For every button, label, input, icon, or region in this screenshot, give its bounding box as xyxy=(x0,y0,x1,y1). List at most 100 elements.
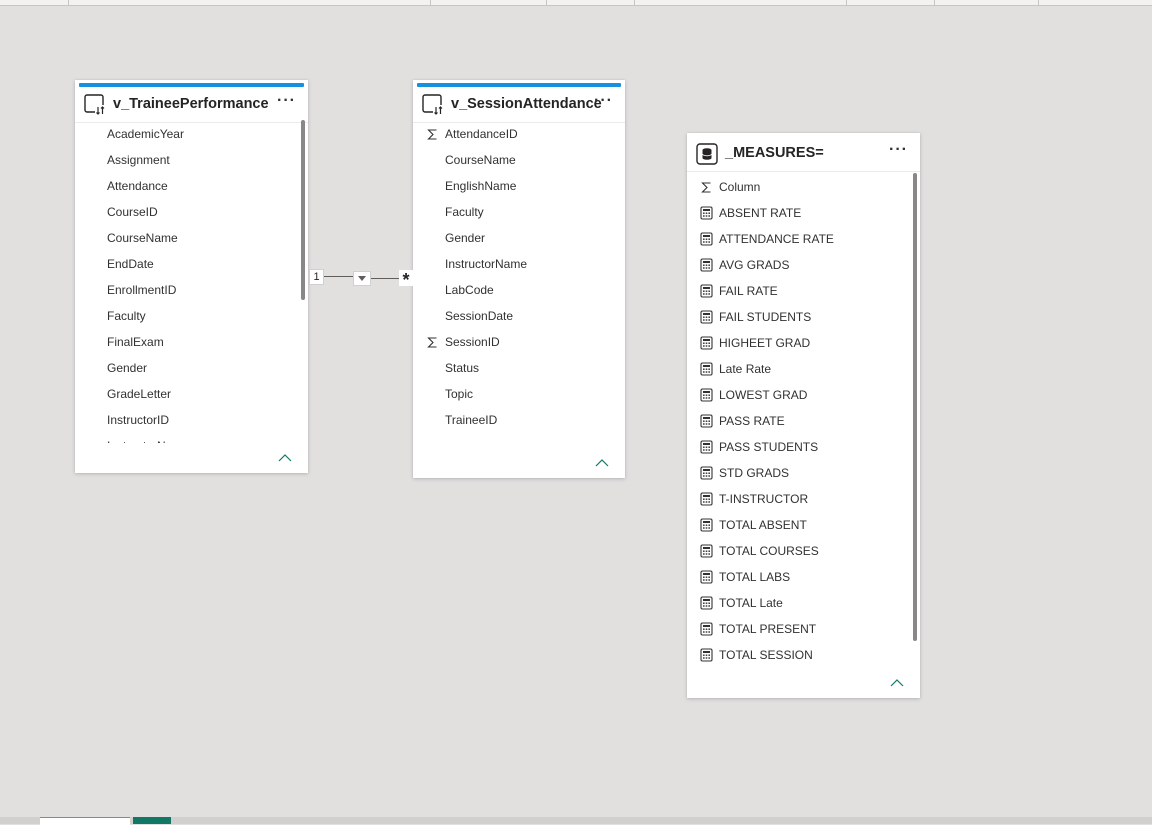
table-header[interactable]: v_SessionAttendance ··· xyxy=(413,86,625,123)
field-row[interactable]: FinalExam xyxy=(75,329,298,355)
calculator-icon xyxy=(699,492,713,506)
scrollbar[interactable] xyxy=(913,173,917,641)
field-row[interactable]: Late Rate xyxy=(687,356,910,382)
field-name: Late Rate xyxy=(719,362,772,376)
field-row[interactable]: PASS RATE xyxy=(687,408,910,434)
field-row[interactable]: TOTAL PRESENT xyxy=(687,616,910,642)
field-row[interactable]: Topic xyxy=(413,381,615,407)
ribbon-separator xyxy=(68,0,69,5)
field-row[interactable]: TOTAL SESSION xyxy=(687,642,910,668)
field-name: Faculty xyxy=(445,205,484,219)
field-row[interactable]: FAIL STUDENTS xyxy=(687,304,910,330)
more-options-icon[interactable]: ··· xyxy=(277,93,296,109)
field-row[interactable]: EnrollmentID xyxy=(75,277,298,303)
field-row[interactable]: Faculty xyxy=(75,303,298,329)
field-row[interactable]: LabCode xyxy=(413,277,615,303)
table-title: v_SessionAttendance xyxy=(451,96,602,112)
field-name: FAIL STUDENTS xyxy=(719,310,812,324)
field-row[interactable]: Gender xyxy=(413,225,615,251)
page-tabs-bar xyxy=(0,817,1152,824)
filter-direction-icon[interactable] xyxy=(353,271,371,286)
field-name: CourseName xyxy=(107,231,178,245)
field-name: Status xyxy=(445,361,480,375)
field-name: Column xyxy=(719,180,761,194)
field-row[interactable]: ABSENT RATE xyxy=(687,200,910,226)
field-row[interactable]: TraineeID xyxy=(413,407,615,433)
field-row[interactable]: STD GRADS xyxy=(687,460,910,486)
field-row[interactable]: ATTENDANCE RATE xyxy=(687,226,910,252)
field-name: Gender xyxy=(107,361,148,375)
field-row[interactable]: HIGHEET GRAD xyxy=(687,330,910,356)
field-name: STD GRADS xyxy=(719,466,790,480)
table-card-session-attendance[interactable]: v_SessionAttendance ··· AttendanceID Cour… xyxy=(413,80,625,478)
field-row[interactable]: PASS STUDENTS xyxy=(687,434,910,460)
field-row[interactable]: Attendance xyxy=(75,173,298,199)
calculator-icon xyxy=(699,310,713,324)
calculator-icon xyxy=(699,388,713,402)
table-header[interactable]: _MEASURES= ··· xyxy=(687,135,920,172)
more-options-icon[interactable]: ··· xyxy=(889,142,908,158)
field-row[interactable]: AVG GRADS xyxy=(687,252,910,278)
sigma-icon xyxy=(425,127,439,141)
calculator-icon xyxy=(699,518,713,532)
calculator-icon xyxy=(699,414,713,428)
field-name: SessionID xyxy=(445,335,500,349)
more-options-icon[interactable]: ··· xyxy=(594,93,613,109)
field-name: Topic xyxy=(445,387,474,401)
collapse-chevron-icon[interactable] xyxy=(277,452,293,464)
field-name: HIGHEET GRAD xyxy=(719,336,811,350)
calculator-icon xyxy=(699,466,713,480)
field-row[interactable]: Column xyxy=(687,174,910,200)
field-name: FAIL RATE xyxy=(719,284,778,298)
field-row[interactable]: EndDate xyxy=(75,251,298,277)
field-row[interactable]: FAIL RATE xyxy=(687,278,910,304)
field-row[interactable]: InstructorID xyxy=(75,407,298,433)
field-row[interactable]: SessionDate xyxy=(413,303,615,329)
table-icon xyxy=(422,94,444,116)
ribbon-separator xyxy=(546,0,547,5)
field-row[interactable]: SessionID xyxy=(413,329,615,355)
relationship-line[interactable] xyxy=(369,278,401,279)
calculator-icon xyxy=(699,206,713,220)
field-row[interactable]: CourseName xyxy=(75,225,298,251)
field-name: EnglishName xyxy=(445,179,517,193)
field-row[interactable]: TOTAL Late xyxy=(687,590,910,616)
field-row[interactable]: AcademicYear xyxy=(75,121,298,147)
table-header[interactable]: v_TraineePerformance ··· xyxy=(75,86,308,123)
ribbon-bottom-edge xyxy=(0,0,1152,6)
field-row[interactable]: Gender xyxy=(75,355,298,381)
field-name: InstructorID xyxy=(107,413,170,427)
field-name: EnrollmentID xyxy=(107,283,177,297)
ribbon-separator xyxy=(1038,0,1039,5)
scrollbar[interactable] xyxy=(301,120,305,300)
field-row[interactable]: CourseName xyxy=(413,147,615,173)
field-row[interactable]: LOWEST GRAD xyxy=(687,382,910,408)
field-row[interactable]: InstructorName xyxy=(75,433,298,443)
field-row[interactable]: Status xyxy=(413,355,615,381)
field-name: FinalExam xyxy=(107,335,164,349)
field-row[interactable]: TOTAL COURSES xyxy=(687,538,910,564)
field-row[interactable]: T-INSTRUCTOR xyxy=(687,486,910,512)
field-name: AVG GRADS xyxy=(719,258,790,272)
table-card-trainee-performance[interactable]: v_TraineePerformance ··· AcademicYear Ass… xyxy=(75,80,308,473)
field-row[interactable]: TOTAL ABSENT xyxy=(687,512,910,538)
field-row[interactable]: Assignment xyxy=(75,147,298,173)
table-title: v_TraineePerformance xyxy=(113,96,269,112)
ribbon-separator xyxy=(934,0,935,5)
collapse-chevron-icon[interactable] xyxy=(594,457,610,469)
field-row[interactable]: EnglishName xyxy=(413,173,615,199)
field-row[interactable]: CourseID xyxy=(75,199,298,225)
field-row[interactable]: AttendanceID xyxy=(413,121,615,147)
field-list: AttendanceID CourseName EnglishName Faculty… xyxy=(413,121,625,443)
page-tab-active[interactable] xyxy=(133,817,171,824)
relationship-line[interactable] xyxy=(323,276,355,277)
collapse-chevron-icon[interactable] xyxy=(889,677,905,689)
field-row[interactable]: TOTAL LABS xyxy=(687,564,910,590)
field-row[interactable]: Faculty xyxy=(413,199,615,225)
calculator-icon xyxy=(699,596,713,610)
field-name: ABSENT RATE xyxy=(719,206,802,220)
table-card-measures[interactable]: _MEASURES= ··· Column ABSENT RATE ATTENDAN… xyxy=(687,133,920,698)
field-row[interactable]: InstructorName xyxy=(413,251,615,277)
field-name: InstructorName xyxy=(107,439,189,443)
field-row[interactable]: GradeLetter xyxy=(75,381,298,407)
